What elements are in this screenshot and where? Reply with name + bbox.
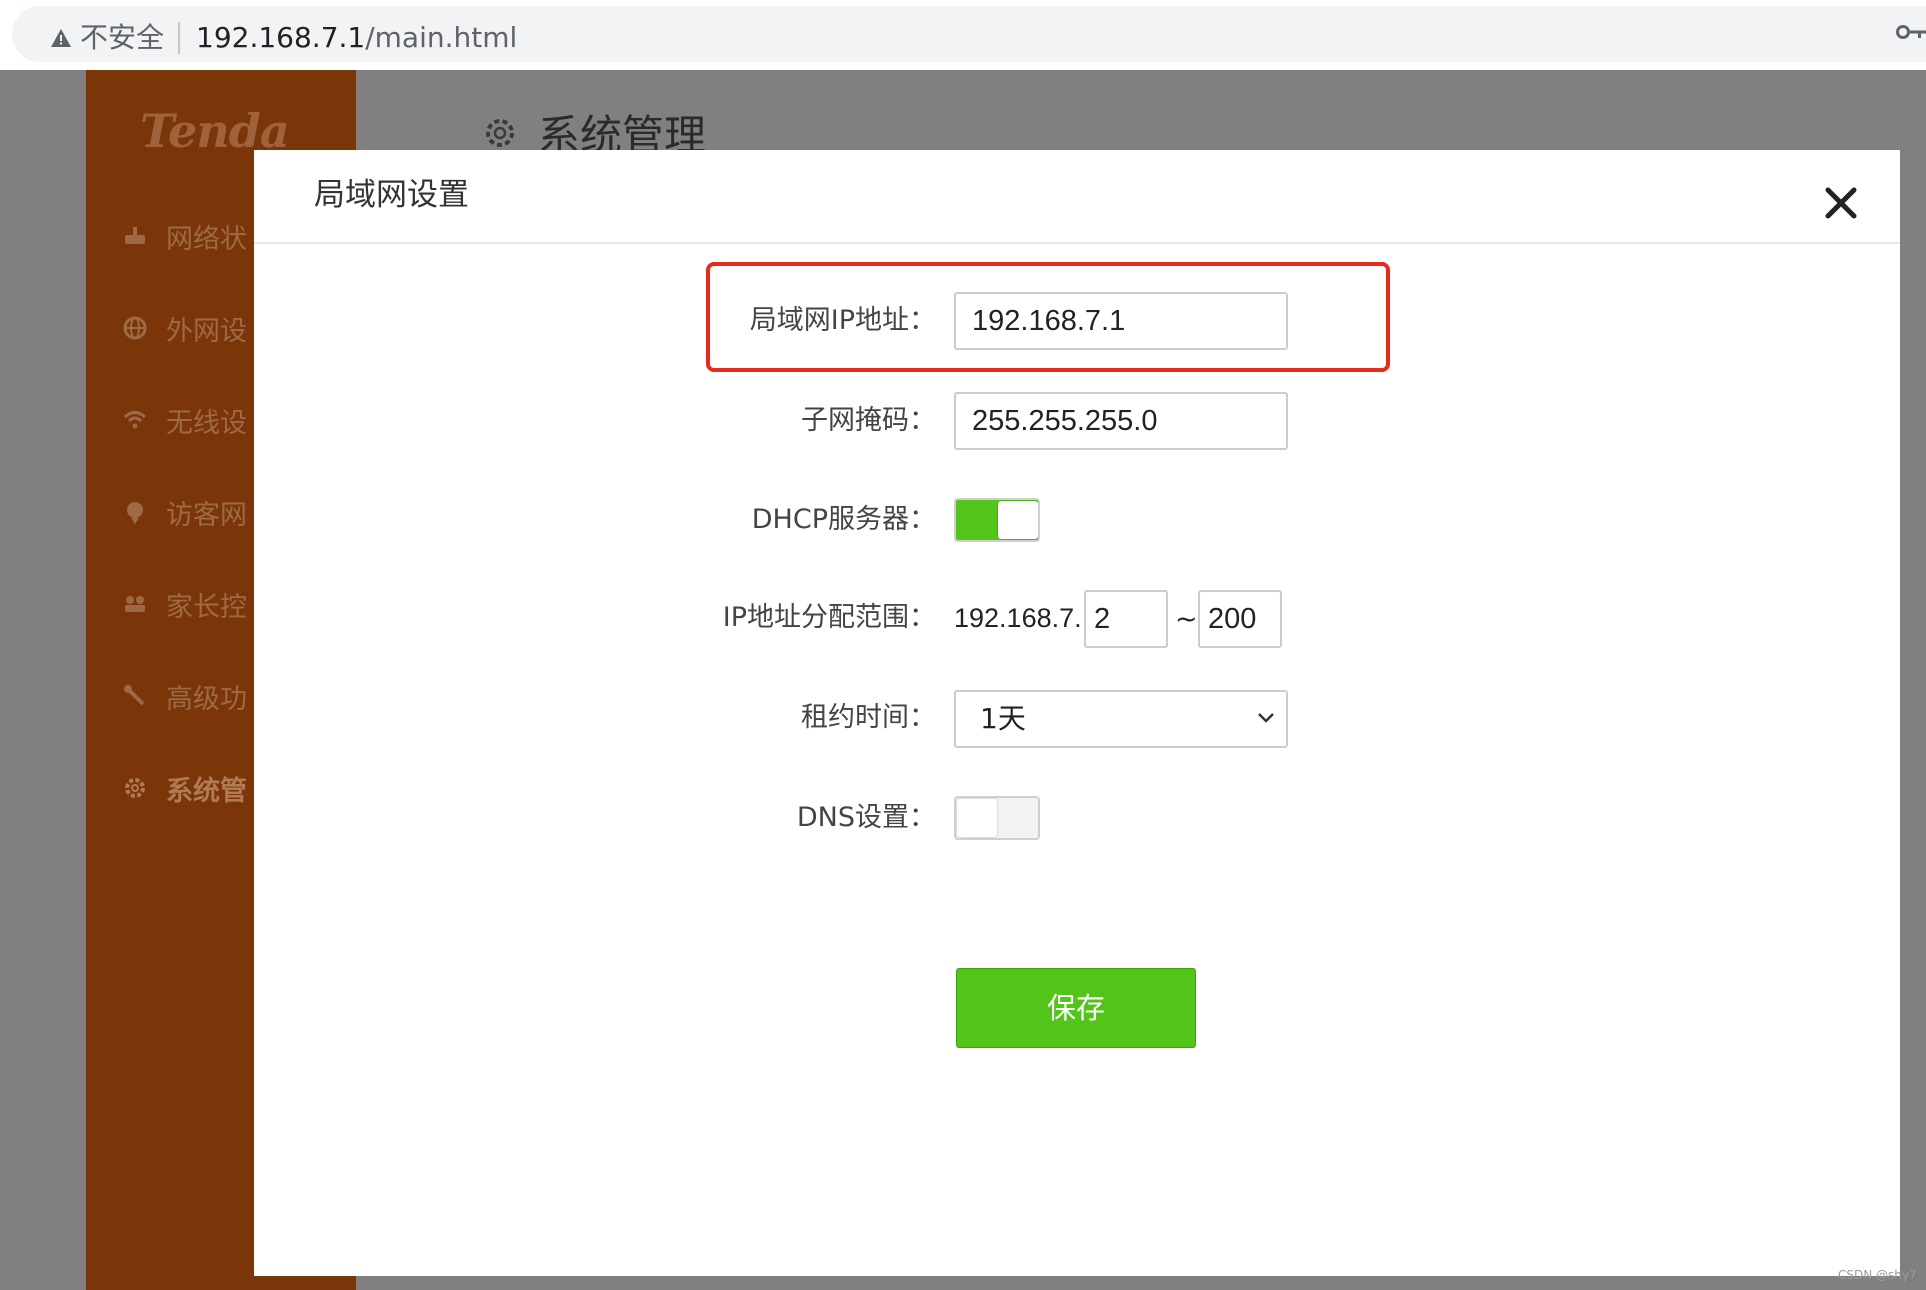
sidebar-item-label: 家长控: [166, 591, 247, 623]
gear-icon: [125, 778, 145, 798]
lan-ip-label: 局域网IP地址：: [749, 305, 936, 336]
sidebar-item-label: 外网设: [166, 315, 247, 347]
toggle-knob: [957, 799, 997, 837]
globe-icon: [123, 316, 147, 340]
ip-range-start-input[interactable]: 2: [1084, 590, 1168, 648]
dhcp-server-toggle[interactable]: [954, 498, 1040, 542]
close-icon[interactable]: [1824, 186, 1858, 220]
sidebar-item-label: 访客网: [166, 499, 247, 531]
sidebar-item-wan[interactable]: 外网设: [122, 308, 247, 348]
lan-ip-input[interactable]: 192.168.7.1: [954, 292, 1288, 350]
dns-toggle[interactable]: [954, 796, 1040, 840]
network-status-icon: [125, 227, 145, 244]
subnet-mask-label: 子网掩码：: [801, 405, 936, 436]
warning-icon[interactable]: [50, 28, 72, 48]
lan-settings-dialog: 局域网设置 局域网IP地址： 192.168.7.1 子网掩码： 255.255…: [254, 150, 1900, 1276]
save-button[interactable]: 保存: [956, 968, 1196, 1048]
chevron-down-icon: [1258, 713, 1274, 723]
lease-time-label: 租约时间：: [801, 702, 936, 733]
wrench-icon: [124, 685, 145, 706]
subnet-mask-input[interactable]: 255.255.255.0: [954, 392, 1288, 450]
dns-label: DNS设置：: [796, 802, 936, 833]
url-divider: [178, 22, 180, 54]
toggle-knob: [998, 501, 1038, 539]
sidebar-item-parental[interactable]: 家长控: [122, 584, 247, 624]
sidebar-item-system[interactable]: 系统管: [122, 768, 247, 808]
range-separator: ~: [1175, 604, 1198, 635]
ip-range-end-input[interactable]: 200: [1198, 590, 1282, 648]
dialog-title: 局域网设置: [314, 177, 469, 213]
sidebar-item-label: 网络状: [166, 223, 247, 255]
ip-range-prefix: 192.168.7.: [954, 603, 1082, 633]
gear-icon: [486, 118, 514, 147]
ip-range-label: IP地址分配范围：: [722, 602, 936, 633]
sidebar-item-advanced[interactable]: 高级功: [122, 676, 247, 716]
guest-icon: [127, 502, 143, 524]
wifi-icon: [123, 411, 147, 429]
lease-time-select[interactable]: 1天: [954, 690, 1288, 748]
url-host: 192.168.7.1: [196, 21, 366, 54]
browser-address-bar: 不安全 192.168.7.1/main.html: [0, 0, 1926, 70]
dhcp-server-label: DHCP服务器：: [751, 504, 936, 535]
omnibox[interactable]: 不安全 192.168.7.1/main.html: [12, 6, 1926, 62]
sidebar-item-label: 系统管: [166, 775, 247, 807]
parental-icon: [125, 596, 145, 612]
sidebar-item-guest[interactable]: 访客网: [122, 492, 247, 532]
sidebar-item-wireless[interactable]: 无线设: [122, 400, 247, 440]
lease-time-value: 1天: [980, 702, 1026, 735]
url-path: /main.html: [365, 21, 518, 54]
security-label[interactable]: 不安全: [80, 20, 164, 56]
sidebar-item-network-status[interactable]: 网络状: [122, 216, 247, 256]
url-text[interactable]: 192.168.7.1/main.html: [196, 20, 517, 56]
sidebar-item-label: 无线设: [166, 407, 247, 439]
key-icon[interactable]: [1896, 22, 1926, 42]
sidebar-item-label: 高级功: [166, 683, 247, 715]
watermark: CSDN @shy7: [1838, 1268, 1917, 1282]
dialog-header: 局域网设置: [254, 150, 1900, 244]
